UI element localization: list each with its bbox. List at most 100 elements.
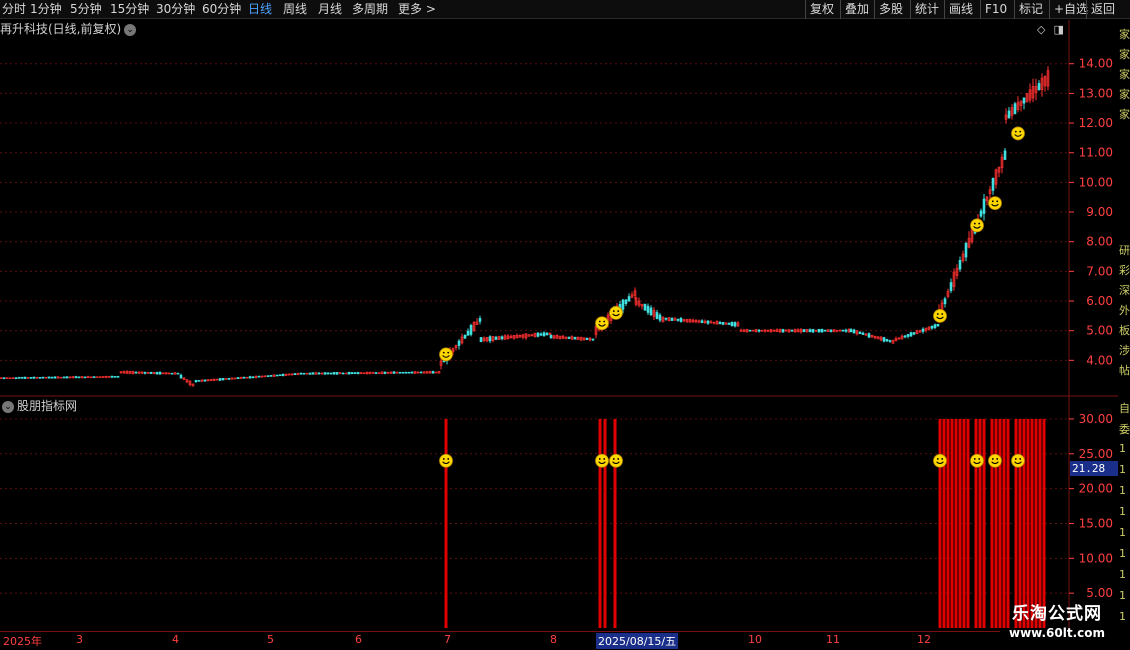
candle-body xyxy=(488,336,492,342)
price-tick-label: 14.00 xyxy=(1079,57,1113,71)
candle-body xyxy=(621,299,625,310)
candle-body xyxy=(116,375,120,378)
candle-body xyxy=(266,375,270,377)
candle-body xyxy=(585,338,589,340)
smiley-signal-icon xyxy=(970,218,984,233)
signal-bar xyxy=(950,418,954,628)
panel-edge-char: 1 xyxy=(1119,442,1126,455)
panel-edge-char: 1 xyxy=(1119,589,1126,602)
price-tick-label: 9.00 xyxy=(1086,205,1113,219)
panel-edge-char: 帖 xyxy=(1119,364,1130,377)
date-tick-label: 4 xyxy=(172,633,179,646)
signal-bar xyxy=(978,418,982,628)
candle-body xyxy=(203,379,207,382)
candle-body xyxy=(155,371,159,375)
candle-body xyxy=(110,375,114,378)
indicator-tick-label: 10.00 xyxy=(1079,551,1113,565)
panel-edge-char: 家 xyxy=(1119,88,1130,101)
candle-body xyxy=(383,371,387,374)
candle-body xyxy=(311,372,315,375)
cursor-date-label: 2025/08/15/五 xyxy=(596,633,679,649)
candle-body xyxy=(858,332,862,335)
candle-body xyxy=(77,376,81,379)
smiley-signal-icon xyxy=(988,453,1002,468)
date-tick-label: 10 xyxy=(748,633,762,646)
indicator-tick-label: 25.00 xyxy=(1079,447,1113,461)
candle-body xyxy=(251,376,255,379)
candle-body xyxy=(392,371,396,374)
candle-body xyxy=(14,377,18,380)
candle-body xyxy=(849,329,853,333)
panel-edge-char: 1 xyxy=(1119,610,1126,623)
indicator-tick-label: 15.00 xyxy=(1079,516,1113,530)
signal-bar xyxy=(1034,418,1038,628)
signal-bar xyxy=(974,418,978,628)
panel-edge-char: 深 xyxy=(1119,284,1130,297)
candle-body xyxy=(542,332,546,337)
panel-edge-char: 1 xyxy=(1119,505,1126,518)
candle-body xyxy=(329,372,333,375)
panel-edge-char: 1 xyxy=(1119,547,1126,560)
candle-body xyxy=(903,335,907,338)
signal-bar xyxy=(1018,418,1022,628)
signal-bar xyxy=(598,418,602,628)
candle-body xyxy=(38,377,42,379)
smiley-signal-icon xyxy=(609,305,623,320)
panel-edge-char: 研 xyxy=(1119,244,1130,257)
signal-bar xyxy=(954,418,958,628)
candle-body xyxy=(1003,150,1007,160)
candle-body xyxy=(646,305,650,313)
candle-body xyxy=(143,371,147,374)
candle-body xyxy=(649,307,653,316)
price-tick-label: 10.00 xyxy=(1079,175,1113,189)
smiley-signal-icon xyxy=(933,453,947,468)
candle-body xyxy=(32,376,36,379)
candle-body xyxy=(275,374,279,377)
candle-body xyxy=(65,376,69,379)
candle-body xyxy=(964,242,968,258)
candle-body xyxy=(113,376,117,378)
panel-edge-char: 1 xyxy=(1119,484,1126,497)
candle-body xyxy=(539,333,543,336)
signal-bar xyxy=(1002,418,1006,628)
smiley-signal-icon xyxy=(933,308,947,323)
candle-body xyxy=(149,371,153,374)
candle-body xyxy=(573,336,577,340)
candle-body xyxy=(861,332,865,335)
diamond-icon[interactable]: ◇ xyxy=(1037,23,1045,36)
candle-body xyxy=(479,337,483,343)
candle-body xyxy=(721,322,725,325)
signal-bar xyxy=(958,418,962,628)
chevron-down-icon[interactable]: ⌄ xyxy=(2,400,14,413)
candle-body xyxy=(323,372,327,375)
right-side-panel-edge: 家家家家家研彩深外板涉帖自委111111111 xyxy=(1118,20,1130,640)
candle-body xyxy=(933,324,937,328)
signal-bar xyxy=(962,418,966,628)
candle-body xyxy=(74,376,78,379)
candle-body xyxy=(536,332,540,337)
candle-body xyxy=(912,332,916,335)
panel-toggle-icon[interactable]: ◨ xyxy=(1053,23,1063,36)
candle-body xyxy=(158,371,162,375)
candle-body xyxy=(958,260,962,270)
signal-bar xyxy=(613,418,617,628)
kline-chart[interactable]: 14.0013.0012.0011.0010.009.008.007.006.0… xyxy=(0,0,1130,650)
candle-body xyxy=(882,337,886,342)
candle-body xyxy=(991,178,995,191)
candle-body xyxy=(808,329,812,333)
chevron-down-icon[interactable]: ⌄ xyxy=(124,23,137,36)
panel-edge-char: 涉 xyxy=(1119,344,1130,357)
candle-body xyxy=(790,329,794,332)
smiley-signal-icon xyxy=(595,453,609,468)
candle-body xyxy=(730,322,734,327)
grid-lines xyxy=(0,20,1118,631)
signal-bar xyxy=(946,418,950,628)
chart-corner-icons: ◇ ◨ xyxy=(1037,23,1072,36)
date-tick-label: 11 xyxy=(826,633,840,646)
panel-edge-char: 自 xyxy=(1119,402,1130,415)
candle-body xyxy=(655,312,659,319)
candle-body xyxy=(347,371,351,375)
signal-bar xyxy=(938,418,942,628)
panel-edge-char: 家 xyxy=(1119,108,1130,121)
price-tick-label: 5.00 xyxy=(1086,324,1113,338)
